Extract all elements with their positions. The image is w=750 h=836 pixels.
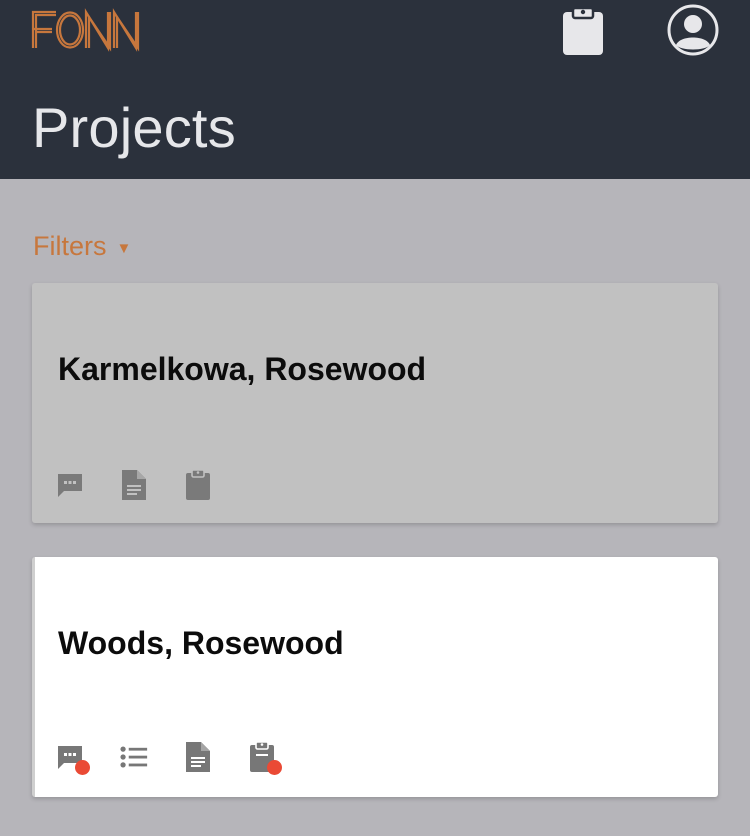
app-header: Projects <box>0 0 750 179</box>
fonn-logo[interactable] <box>30 8 142 52</box>
filters-label: Filters <box>33 231 107 261</box>
list-button[interactable] <box>120 741 148 773</box>
caret-down-icon: ▼ <box>116 240 132 257</box>
document-icon <box>186 742 210 772</box>
clipboard-icon[interactable] <box>562 6 604 56</box>
account-circle-icon[interactable] <box>667 4 719 56</box>
list-icon <box>120 746 148 768</box>
filters-dropdown[interactable]: Filters ▼ <box>33 228 131 269</box>
clipboard-button[interactable] <box>248 741 282 775</box>
clipboard-icon <box>186 469 210 500</box>
project-title: Karmelkowa, Rosewood <box>58 351 427 387</box>
clipboard-button[interactable] <box>184 469 212 501</box>
page-title: Projects <box>32 96 236 159</box>
project-title: Woods, Rosewood <box>58 625 344 661</box>
chat-button[interactable] <box>56 741 90 775</box>
document-button[interactable] <box>120 469 148 501</box>
notification-badge <box>75 760 90 775</box>
document-icon <box>122 470 146 500</box>
project-actions <box>56 741 282 775</box>
chat-button[interactable] <box>56 469 84 501</box>
notification-badge <box>267 760 282 775</box>
project-actions <box>56 469 212 501</box>
chat-icon <box>58 474 82 497</box>
project-card[interactable]: Woods, Rosewood <box>32 557 718 797</box>
document-button[interactable] <box>184 741 212 773</box>
project-card[interactable]: Karmelkowa, Rosewood <box>32 283 718 523</box>
